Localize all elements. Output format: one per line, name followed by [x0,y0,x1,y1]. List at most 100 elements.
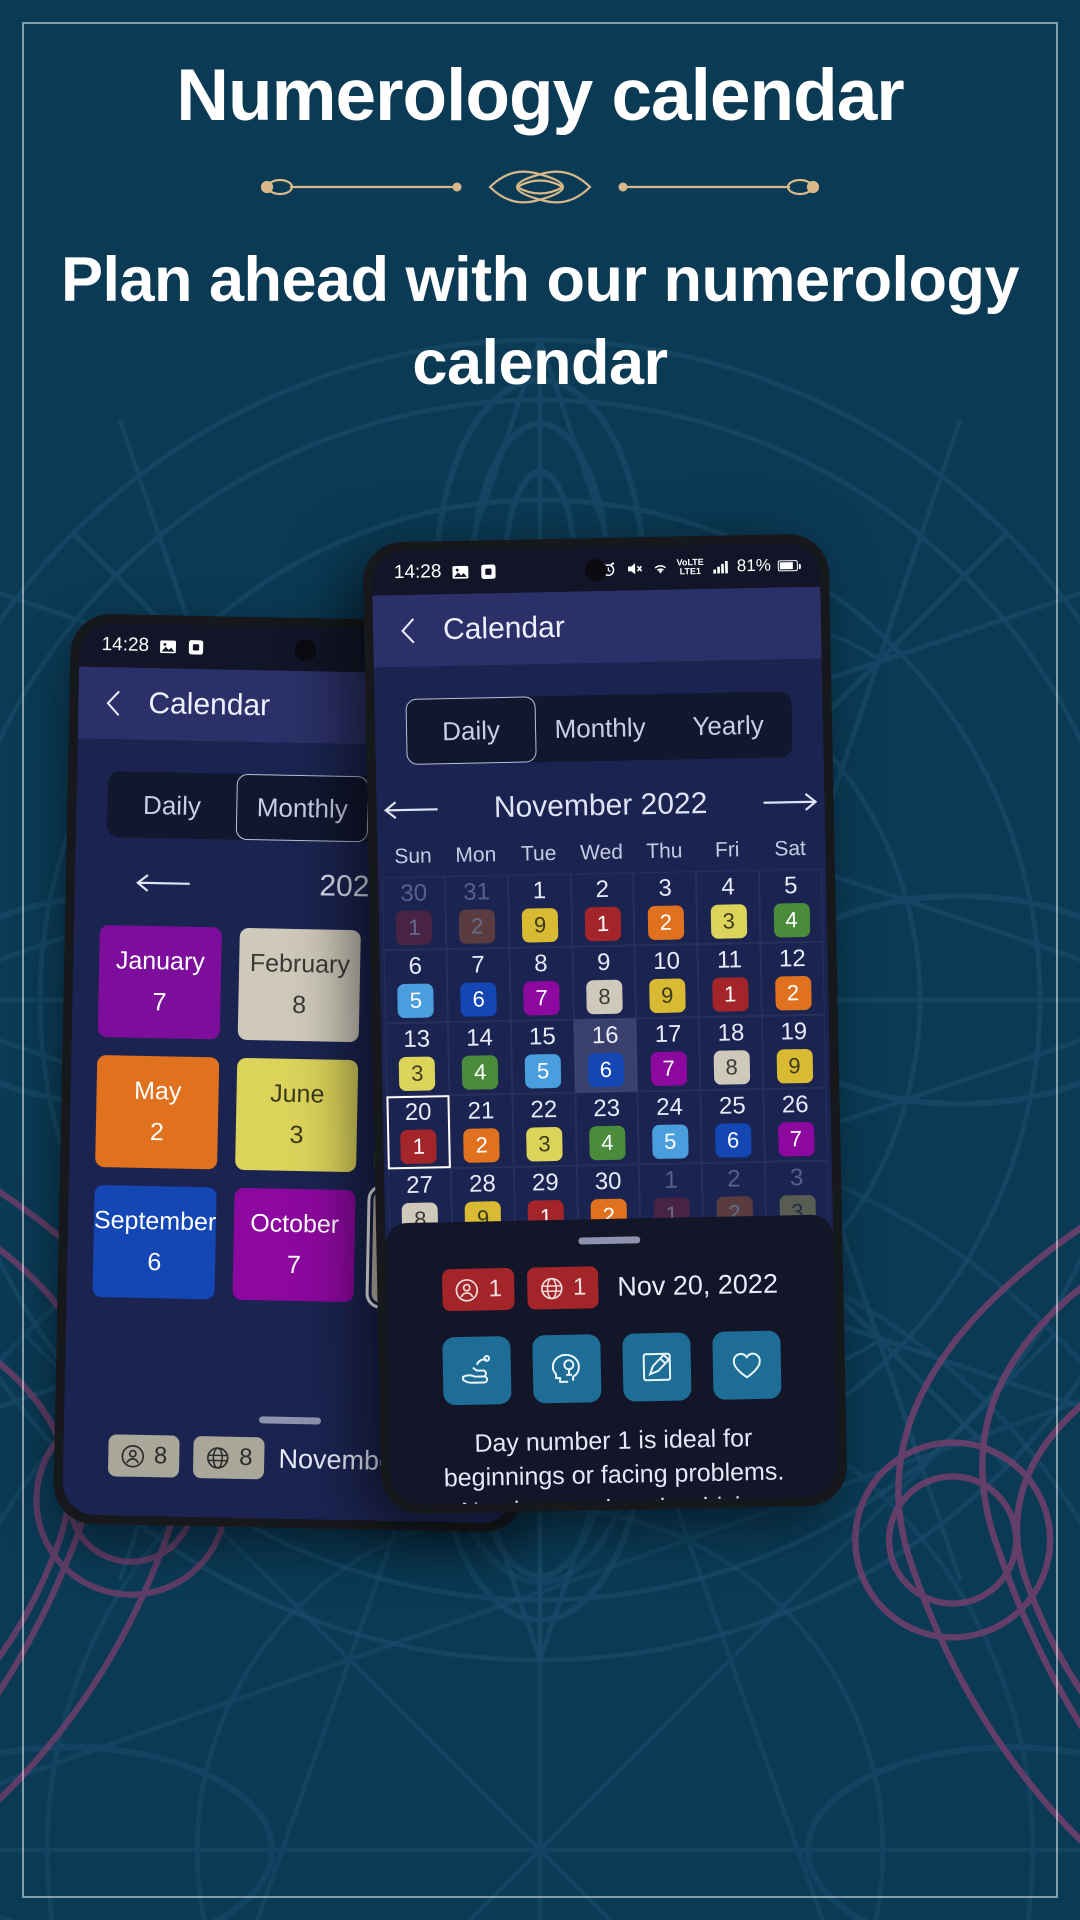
day-cell[interactable]: 13 3 [384,1022,450,1097]
action-icon-row[interactable] [387,1329,836,1406]
weekday-tue: Tue [520,841,557,866]
view-tabs-right[interactable]: Daily Monthly Yearly [405,691,793,765]
app-bar-right: Calendar [372,586,822,668]
volte-icon: VoLTE LTE1 [676,557,704,577]
heart-glyph [732,1352,761,1379]
sheet-grabber[interactable] [578,1236,641,1245]
head-idea-icon[interactable] [532,1334,602,1404]
day-cell[interactable]: 31 2 [444,874,510,950]
day-cell[interactable]: 19 [507,873,573,948]
numerology-chip: 3 [399,1056,436,1092]
hand-offer-icon[interactable] [442,1335,512,1406]
personal-month-value: 8 [153,1442,168,1470]
day-cell[interactable]: 10 9 [634,944,700,1019]
globe-icon [540,1277,563,1299]
personal-month-badge: 8 [107,1434,180,1478]
detail-date: Nov 20, 2022 [617,1268,779,1302]
day-cell[interactable]: 76 [446,947,511,1023]
day-number: 20 [404,1098,432,1127]
day-cell[interactable]: 23 4 [574,1091,640,1166]
page-subtitle: Plan ahead with our numerology calendar [60,244,1020,398]
universal-day-value: 1 [572,1273,587,1301]
weekday-mon: Mon [455,843,497,867]
tab-daily[interactable]: Daily [107,771,238,840]
day-number: 16 [591,1021,619,1050]
gallery-icon [451,565,468,579]
numerology-chip: 4 [773,902,810,938]
weekday-header: Sun Mon Tue Wed Thu Fri Sat [377,837,825,870]
hand-offer-glyph [462,1355,491,1384]
numerology-chip: 1 [400,1129,438,1165]
day-cell[interactable]: 11 1 [697,942,763,1018]
tab-monthly[interactable]: Monthly [535,694,664,763]
numerology-chip: 4 [461,1055,499,1090]
numerology-chip: 1 [711,977,749,1012]
month-tile[interactable]: May 2 [95,1054,220,1170]
day-cell[interactable]: 16 6 [573,1018,638,1093]
day-cell[interactable]: 15 5 [510,1019,575,1094]
day-number: 1 [532,877,547,905]
day-description: Day number 1 is ideal for beginnings or … [443,1424,785,1505]
day-cell[interactable]: 19 9 [762,1014,827,1089]
numerology-chip: 6 [587,1052,625,1088]
month-tile[interactable]: September 6 [92,1184,217,1300]
numerology-chip: 4 [589,1125,626,1161]
day-cell[interactable]: 21 [570,872,635,947]
chevron-left-icon[interactable] [102,687,125,719]
volte-label-bottom: LTE1 [679,565,702,577]
app-bar-title: Calendar [442,610,566,647]
chevron-left-icon[interactable] [397,615,420,647]
day-cell[interactable]: 32 [633,871,698,946]
head-idea-glyph [551,1353,580,1383]
tab-monthly[interactable]: Monthly [235,773,369,843]
tab-yearly[interactable]: Yearly [663,691,792,760]
day-cell[interactable]: 24 5 [637,1090,703,1165]
screen-recorder-icon [188,639,203,655]
gallery-icon [159,639,176,653]
month-tile[interactable]: February 8 [237,927,362,1043]
tab-daily[interactable]: Daily [405,696,537,765]
day-number: 31 [462,878,491,906]
day-cell[interactable]: 22 3 [512,1092,577,1167]
status-time: 14:28 [101,633,150,656]
day-cell[interactable]: 25 6 [700,1088,765,1164]
heart-icon[interactable] [712,1330,782,1400]
day-cell[interactable]: 30 1 [382,876,447,951]
day-cell[interactable]: 87 [509,946,574,1021]
numerology-chip: 2 [458,909,496,944]
day-cell[interactable]: 12 2 [760,941,825,1016]
arrow-left-icon[interactable] [134,872,192,895]
day-number: 12 [778,944,806,973]
screen-recorder-icon [480,564,496,579]
day-cell[interactable]: 20 1 [386,1095,451,1170]
day-grid[interactable]: 30 1 31 2 1 9 2 1 3 2 4 3 5 4 6 5 7 6 8 7 9 8 10 9 11 1 12 2 13 3 14 4 1… [378,868,833,1243]
arrow-left-icon[interactable] [381,798,439,821]
day-number: 25 [718,1092,747,1120]
month-number: 6 [147,1248,162,1277]
day-cell[interactable]: 14 4 [447,1020,513,1096]
numerology-chip: 5 [651,1124,689,1160]
sheet-grabber[interactable] [258,1416,322,1425]
day-cell[interactable]: 26 7 [763,1087,828,1162]
numerology-chip: 9 [776,1048,813,1084]
day-cell[interactable]: 54 [759,868,824,943]
day-number: 19 [780,1017,808,1046]
day-cell[interactable]: 98 [572,945,637,1020]
day-cell[interactable]: 17 7 [636,1017,701,1092]
numerology-chip: 7 [777,1121,815,1157]
month-tile[interactable]: June 3 [235,1057,359,1173]
universal-month-value: 8 [238,1443,253,1472]
write-note-icon[interactable] [622,1332,692,1402]
month-name: February [249,949,351,980]
day-cell[interactable]: 43 [696,869,761,945]
day-cell[interactable]: 18 8 [699,1015,764,1091]
weekday-sun: Sun [394,844,432,869]
numerology-chip: 3 [710,904,748,939]
arrow-right-icon[interactable] [761,791,819,814]
month-tile[interactable]: January 7 [97,925,223,1040]
day-number: 10 [652,947,681,976]
day-cell[interactable]: 65 [383,949,448,1024]
month-tile[interactable]: October 7 [232,1187,356,1303]
day-number: 23 [593,1094,621,1123]
day-cell[interactable]: 21 2 [449,1093,514,1169]
